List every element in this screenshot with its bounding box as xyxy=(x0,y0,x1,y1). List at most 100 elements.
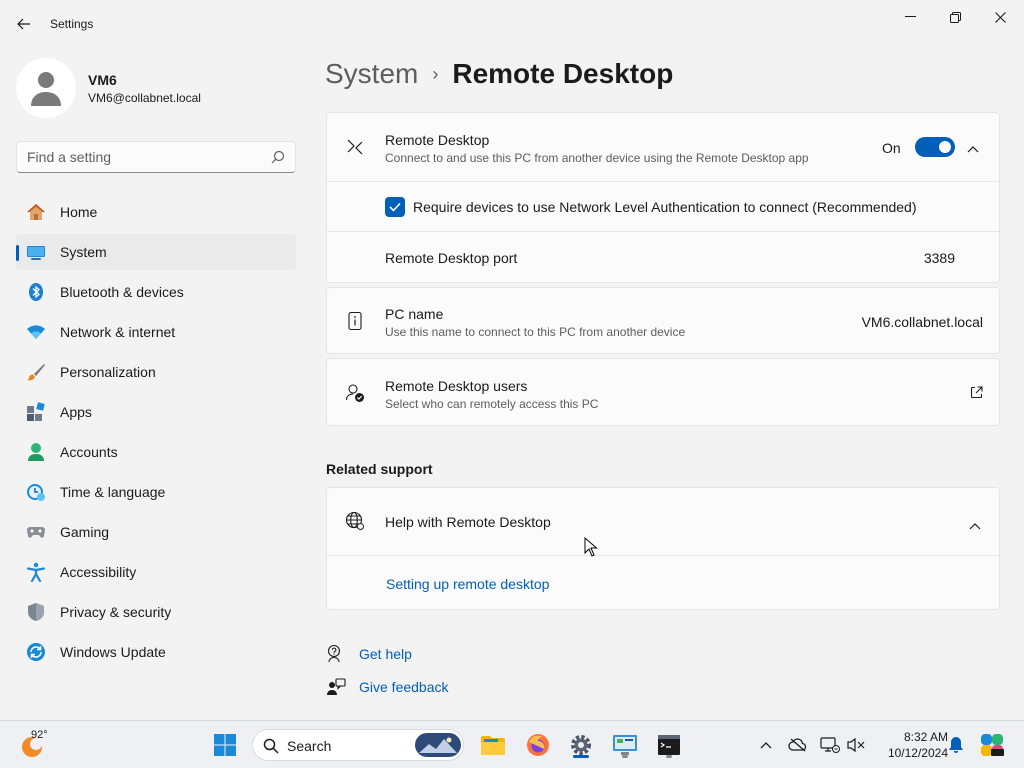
copilot-button[interactable] xyxy=(976,729,1008,761)
search-icon xyxy=(271,150,285,164)
feedback-icon xyxy=(326,677,346,697)
show-hidden-icons-button[interactable] xyxy=(750,729,782,761)
taskbar-search[interactable]: Search xyxy=(252,729,464,761)
gear-icon xyxy=(571,735,591,755)
clock-time: 8:32 AM xyxy=(903,730,948,744)
profile-email: VM6@collabnet.local xyxy=(88,91,201,105)
sidebar-item-system[interactable]: System xyxy=(16,234,296,270)
chevron-up-icon[interactable] xyxy=(967,140,979,158)
sidebar-item-gaming[interactable]: Gaming xyxy=(16,514,296,550)
running-app-indicator xyxy=(622,755,628,758)
search-icon xyxy=(263,738,279,754)
taskbar-search-label: Search xyxy=(287,738,332,754)
home-icon xyxy=(26,202,46,222)
search-input[interactable] xyxy=(27,149,257,165)
copilot-icon xyxy=(981,734,1004,756)
nla-row: Require devices to use Network Level Aut… xyxy=(327,181,999,231)
help-remote-desktop-row[interactable]: Help with Remote Desktop xyxy=(327,488,999,555)
avatar xyxy=(16,58,76,118)
toggle-knob xyxy=(939,141,951,153)
help-link-row: Setting up remote desktop xyxy=(327,555,999,609)
minimize-icon xyxy=(904,16,916,17)
remote-app-button[interactable] xyxy=(609,729,641,761)
info-icon xyxy=(345,311,365,331)
sidebar-item-accounts[interactable]: Accounts xyxy=(16,434,296,470)
app-title: Settings xyxy=(50,17,94,31)
network-icon xyxy=(26,322,46,342)
back-arrow-icon xyxy=(17,18,30,30)
close-icon xyxy=(994,11,1006,23)
windows-logo-icon xyxy=(214,734,236,756)
settings-search[interactable] xyxy=(16,141,296,173)
globe-icon xyxy=(345,511,365,531)
sidebar-item-bluetooth[interactable]: Bluetooth & devices xyxy=(16,274,296,310)
bell-icon xyxy=(949,737,963,753)
get-help-link[interactable]: Get help xyxy=(326,642,412,666)
pc-name-card: PC name Use this name to connect to this… xyxy=(326,287,1000,354)
nla-label[interactable]: Require devices to use Network Level Aut… xyxy=(413,199,917,215)
clock-date: 10/12/2024 xyxy=(887,746,948,760)
sidebar-item-network[interactable]: Network & internet xyxy=(16,314,296,350)
nla-checkbox[interactable] xyxy=(385,197,405,217)
sidebar-item-privacy-security[interactable]: Privacy & security xyxy=(16,594,296,630)
remote-desktop-row[interactable]: Remote Desktop Connect to and use this P… xyxy=(327,113,999,181)
user-avatar-icon xyxy=(31,72,61,106)
maximize-button[interactable] xyxy=(935,6,975,28)
toggle-state-label: On xyxy=(882,140,901,156)
brush-icon xyxy=(26,362,46,382)
system-clock[interactable]: 8:32 AM 10/12/2024 xyxy=(868,729,948,761)
sidebar-item-apps[interactable]: Apps xyxy=(16,394,296,430)
restore-icon xyxy=(949,11,961,23)
chevron-up-icon xyxy=(760,742,772,749)
user-profile[interactable]: VM6 VM6@collabnet.local xyxy=(16,56,296,120)
pc-name-title: PC name xyxy=(385,306,444,322)
breadcrumb-parent[interactable]: System xyxy=(325,58,418,90)
bluetooth-icon xyxy=(26,282,46,302)
help-title: Help with Remote Desktop xyxy=(385,514,551,530)
give-feedback-link[interactable]: Give feedback xyxy=(326,675,449,699)
give-feedback-label: Give feedback xyxy=(359,679,449,695)
chevron-up-icon[interactable] xyxy=(969,517,981,535)
onedrive-tray-button[interactable] xyxy=(782,729,814,761)
terminal-button[interactable] xyxy=(653,729,685,761)
remote-desktop-toggle[interactable] xyxy=(915,137,955,157)
pc-name-subtitle: Use this name to connect to this PC from… xyxy=(385,325,686,339)
setting-up-remote-desktop-link[interactable]: Setting up remote desktop xyxy=(386,576,549,592)
notifications-button[interactable] xyxy=(940,729,972,761)
sidebar-item-accessibility[interactable]: Accessibility xyxy=(16,554,296,590)
network-status-icon xyxy=(820,737,840,753)
settings-taskbar-button[interactable] xyxy=(565,729,597,761)
checkmark-icon xyxy=(389,202,401,212)
rd-users-card[interactable]: Remote Desktop users Select who can remo… xyxy=(326,358,1000,426)
sidebar-item-personalization[interactable]: Personalization xyxy=(16,354,296,390)
start-button[interactable] xyxy=(209,729,241,761)
gamepad-icon xyxy=(26,522,46,542)
file-explorer-button[interactable] xyxy=(477,729,509,761)
related-support-heading: Related support xyxy=(326,461,433,477)
sidebar-item-home[interactable]: Home xyxy=(16,194,296,230)
active-app-indicator xyxy=(573,755,589,758)
user-check-icon xyxy=(345,383,365,403)
remote-desktop-subtitle: Connect to and use this PC from another … xyxy=(385,151,809,165)
sidebar-item-time-language[interactable]: Time & language xyxy=(16,474,296,510)
rd-users-title: Remote Desktop users xyxy=(385,378,528,394)
weather-widget[interactable]: 92° xyxy=(20,729,60,761)
apps-icon xyxy=(26,402,46,422)
control-panel-icon xyxy=(613,735,637,755)
pc-name-value: VM6.collabnet.local xyxy=(861,314,983,330)
sidebar-item-windows-update[interactable]: Windows Update xyxy=(16,634,296,670)
help-card: Help with Remote Desktop Setting up remo… xyxy=(326,487,1000,610)
minimize-button[interactable] xyxy=(890,6,930,28)
accounts-icon xyxy=(26,442,46,462)
back-button[interactable] xyxy=(12,12,36,36)
mouse-cursor-icon xyxy=(584,537,598,557)
rd-users-row[interactable]: Remote Desktop users Select who can remo… xyxy=(327,359,999,425)
breadcrumb: System › Remote Desktop xyxy=(325,58,673,90)
shield-icon xyxy=(26,602,46,622)
update-icon xyxy=(26,642,46,662)
breadcrumb-separator: › xyxy=(432,63,439,84)
close-button[interactable] xyxy=(980,6,1020,28)
firefox-button[interactable] xyxy=(522,729,554,761)
firefox-icon xyxy=(527,734,549,756)
volume-muted-icon xyxy=(847,737,865,753)
